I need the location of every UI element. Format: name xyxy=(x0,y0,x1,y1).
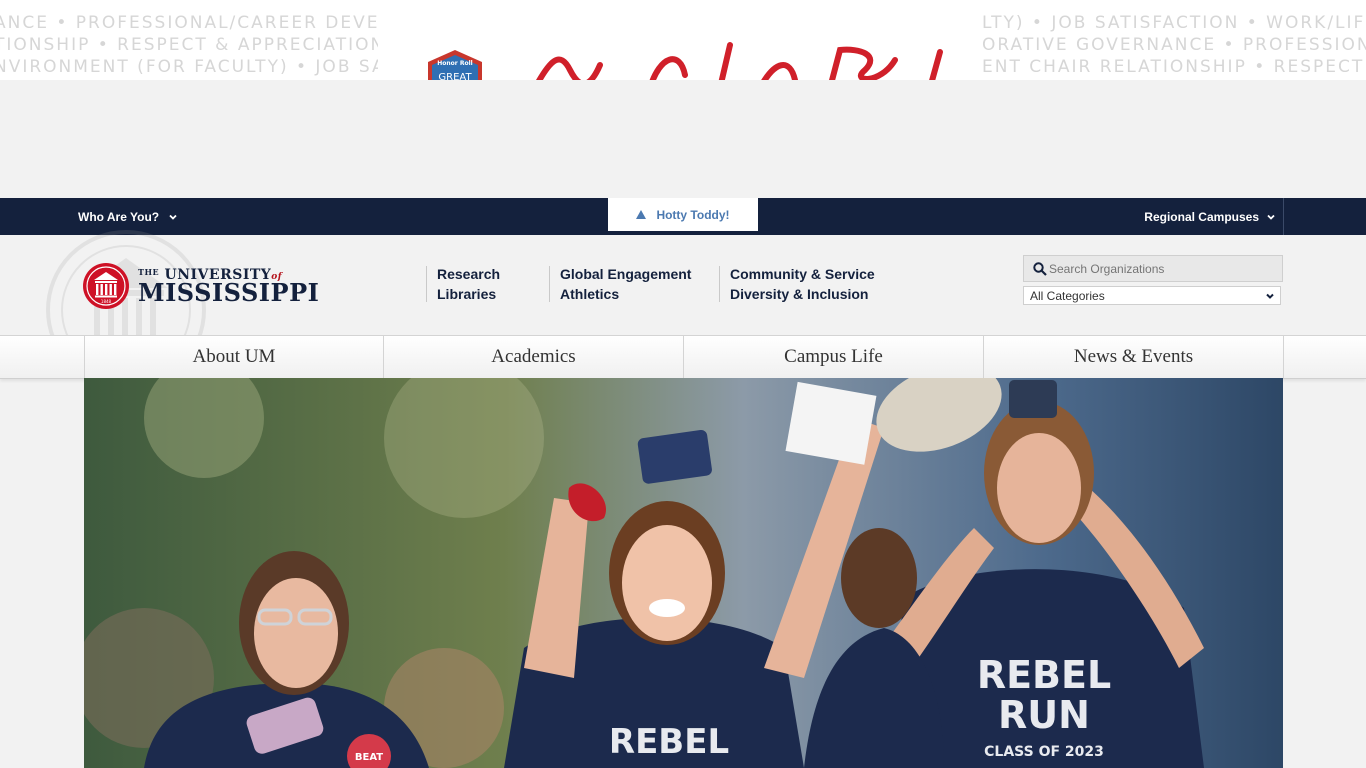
nav-tab-academics[interactable]: Academics xyxy=(384,336,684,378)
hotty-toddy-button[interactable]: Hotty Toddy! xyxy=(608,198,758,231)
ticker-line: ANCE • PROFESSIONAL/CAREER DEVELO xyxy=(0,13,378,33)
ticker-line: ENT CHAIR RELATIONSHIP • RESPECT & xyxy=(982,57,1366,77)
category-select-value: All Categories xyxy=(1030,288,1105,303)
ticker-line: NVIRONMENT (FOR FACULTY) • JOB SA xyxy=(0,57,378,77)
quicklinks-column-2: Global Engagement Athletics xyxy=(549,266,691,302)
link-community-service[interactable]: Community & Service xyxy=(730,266,875,282)
triangle-up-icon xyxy=(636,210,647,219)
quicklinks-column-3: Community & Service Diversity & Inclusio… xyxy=(719,266,875,302)
nav-tab-about-um[interactable]: About UM xyxy=(84,336,384,378)
badge-honor-roll: Honor Roll xyxy=(437,60,472,67)
lyceum-seal-icon: 1848 xyxy=(83,263,129,309)
nav-tab-news-events[interactable]: News & Events xyxy=(984,336,1284,378)
hero-shirt-line2: RUN xyxy=(998,693,1090,737)
banner-ticker-left: ANCE • PROFESSIONAL/CAREER DEVELO TIONSH… xyxy=(0,12,378,78)
hero-photo-illustration: BEAT REBEL REBEL RUN CLASS OF 2023 xyxy=(84,378,1283,768)
link-libraries[interactable]: Libraries xyxy=(437,286,500,302)
top-banner: ANCE • PROFESSIONAL/CAREER DEVELO TIONSH… xyxy=(0,0,1366,80)
hero-button-text: BEAT xyxy=(355,752,383,763)
main-nav: About UM Academics Campus Life News & Ev… xyxy=(0,335,1366,379)
ticker-line: TIONSHIP • RESPECT & APPRECIATION xyxy=(0,35,378,55)
badge-great: GREAT xyxy=(438,72,472,80)
search-icon[interactable] xyxy=(1033,261,1047,276)
chevron-down-icon xyxy=(1267,214,1275,220)
ticker-line: ORATIVE GOVERNANCE • PROFESSIONA xyxy=(982,35,1366,55)
banner-ticker-right: LTY) • JOB SATISFACTION • WORK/LIFE ORAT… xyxy=(982,12,1366,78)
hero-shirt-text-center: REBEL xyxy=(609,722,729,762)
link-diversity-inclusion[interactable]: Diversity & Inclusion xyxy=(730,286,875,302)
link-research[interactable]: Research xyxy=(437,266,500,282)
hero-shirt-line3: CLASS OF 2023 xyxy=(984,744,1104,760)
hero-shirt-line1: REBEL xyxy=(977,653,1111,697)
script-lettering-art xyxy=(536,42,943,80)
search-organizations-input[interactable] xyxy=(1047,260,1271,277)
university-logo[interactable]: 1848 THE UNIVERSITYof MISSISSIPPI xyxy=(82,258,319,314)
ad-spacer xyxy=(0,80,1366,198)
logo-mississippi: MISSISSIPPI xyxy=(138,277,320,307)
search-box xyxy=(1023,255,1283,282)
link-global-engagement[interactable]: Global Engagement xyxy=(560,266,691,282)
ticker-line: LTY) • JOB SATISFACTION • WORK/LIFE xyxy=(982,13,1366,33)
chevron-down-icon xyxy=(1266,293,1274,299)
hotty-toddy-label: Hotty Toddy! xyxy=(656,207,730,222)
category-select[interactable]: All Categories xyxy=(1023,286,1281,305)
logo-wordmark: THE UNIVERSITYof MISSISSIPPI xyxy=(138,268,319,305)
chevron-down-icon xyxy=(169,214,177,220)
nav-tab-campus-life[interactable]: Campus Life xyxy=(684,336,984,378)
hero-image: BEAT REBEL REBEL RUN CLASS OF 2023 xyxy=(84,378,1283,768)
logo-the: THE xyxy=(138,266,160,277)
regional-campuses-dropdown[interactable]: Regional Campuses xyxy=(1144,198,1284,235)
regional-campuses-label: Regional Campuses xyxy=(1144,209,1259,224)
great-colleges-badge: Honor Roll GREAT xyxy=(428,50,482,80)
quicklinks-column-1: Research Libraries xyxy=(426,266,500,302)
seal-year: 1848 xyxy=(101,299,112,304)
link-athletics[interactable]: Athletics xyxy=(560,286,691,302)
